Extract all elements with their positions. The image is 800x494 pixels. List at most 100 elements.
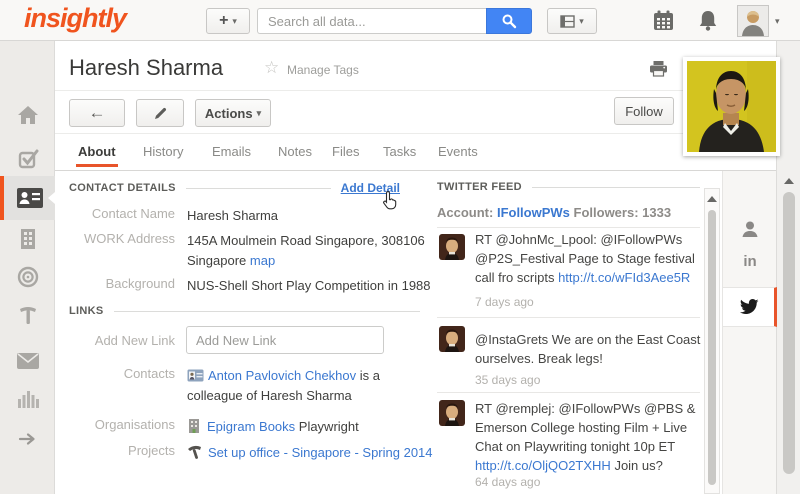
add-new-link-input[interactable] (186, 326, 384, 354)
contacts-card-icon (16, 187, 44, 209)
contact-photo-image (687, 61, 776, 152)
sidebar-collapse-arrow[interactable] (0, 419, 55, 459)
tweet-timestamp: 64 days ago (475, 475, 540, 489)
field-background: Background NUS-Shell Short Play Competit… (69, 276, 431, 296)
tab-events[interactable]: Events (438, 144, 478, 159)
insightly-app: insightly + ▾ ▾ (0, 0, 800, 494)
field-work-address: WORK Address 145A Moulmein Road Singapor… (69, 231, 439, 271)
grid-view-icon (560, 15, 575, 28)
home-icon (16, 104, 40, 126)
field-label: Projects (69, 443, 175, 463)
contact-photo[interactable] (683, 57, 780, 156)
tweet-text: RT @JohnMc_Lpool: @IFollowPWs @P2S_Festi… (475, 230, 705, 287)
chevron-down-icon: ▾ (232, 16, 237, 27)
tweet-text: @InstaGrets We are on the East Coast our… (475, 330, 705, 368)
active-item-notch (48, 192, 55, 204)
tab-files[interactable]: Files (332, 144, 359, 159)
follow-button[interactable]: Follow (614, 97, 674, 125)
search-button[interactable] (486, 8, 532, 34)
view-switcher-button[interactable]: ▾ (547, 8, 597, 34)
scroll-up-icon[interactable] (707, 196, 717, 202)
feed-scrollbar[interactable] (704, 188, 720, 494)
sidebar-item-organisations[interactable] (0, 219, 55, 259)
field-value: NUS-Shell Short Play Competition in 1988 (187, 276, 431, 296)
chevron-down-icon: ▾ (257, 108, 262, 119)
task-check-icon (16, 147, 40, 171)
account-label: Account: (437, 205, 497, 220)
map-link[interactable]: map (250, 253, 275, 268)
social-tab-twitter[interactable] (723, 287, 777, 327)
plus-icon: + (219, 12, 228, 30)
sidebar-item-reports[interactable] (0, 379, 55, 419)
sidebar-item-home[interactable] (0, 95, 55, 135)
page-title: Haresh Sharma (69, 55, 223, 81)
social-tab-linkedin[interactable]: in (723, 253, 777, 270)
actions-button[interactable]: Actions ▾ (195, 99, 271, 127)
linked-organisation-link[interactable]: Epigram Books (207, 419, 295, 434)
tweet-avatar (439, 234, 465, 260)
sidebar-item-contacts[interactable] (0, 176, 55, 220)
page-scrollbar-thumb[interactable] (783, 192, 795, 474)
feed-scrollbar-thumb[interactable] (708, 210, 716, 485)
organisation-role: Playwright (295, 419, 359, 434)
sidebar-item-opportunities[interactable] (0, 257, 55, 297)
links-header: LINKS (69, 305, 420, 317)
actions-button-label: Actions (205, 106, 253, 121)
search-input[interactable] (257, 8, 486, 34)
tweet-link[interactable]: http://t.co/wFId3Aee5R (558, 270, 690, 285)
tweet-avatar (439, 400, 465, 426)
field-label: Organisations (69, 417, 175, 437)
linked-contact-link[interactable]: Anton Pavlovich Chekhov (208, 368, 356, 383)
tweet-timestamp: 35 days ago (475, 373, 540, 387)
insightly-logo: insightly (24, 3, 126, 34)
nav-sidebar (0, 41, 55, 494)
twitter-feed-title: TWITTER FEED (437, 181, 522, 193)
user-menu-caret-icon[interactable]: ▾ (775, 16, 780, 27)
field-add-new-link: Add New Link (69, 333, 175, 348)
mouse-cursor (379, 191, 399, 217)
field-label: Background (69, 276, 175, 296)
quick-add-button[interactable]: + ▾ (206, 8, 250, 34)
building-icon (17, 227, 39, 251)
manage-tags-link[interactable]: Manage Tags (287, 63, 359, 77)
back-button[interactable]: ← (69, 99, 125, 127)
tab-tasks[interactable]: Tasks (383, 144, 416, 159)
calendar-icon[interactable] (652, 9, 675, 37)
pencil-icon (153, 106, 168, 121)
twitter-feed-header: TWITTER FEED (437, 181, 700, 193)
social-tab-contact[interactable] (723, 219, 777, 244)
tab-about[interactable]: About (78, 144, 116, 159)
field-organisations-link: Organisations Epigram Books Playwright (69, 417, 439, 437)
tab-history[interactable]: History (143, 144, 183, 159)
notifications-bell-icon[interactable] (697, 9, 719, 37)
twitter-account-link[interactable]: IFollowPWs (497, 205, 570, 220)
field-contacts-link: Contacts Anton Pavlovich Chekhov is a co… (69, 366, 439, 406)
contact-details-title: CONTACT DETAILS (69, 182, 176, 194)
field-label: Add New Link (69, 333, 175, 348)
sidebar-item-projects[interactable] (0, 295, 55, 335)
user-avatar[interactable] (737, 5, 769, 37)
tweet-link[interactable]: http://t.co/OljQO2TXHH (475, 458, 611, 473)
sidebar-item-email[interactable] (0, 341, 55, 381)
field-projects-link: Projects Set up office - Singapore - Spr… (69, 443, 447, 463)
field-value: 145A Moulmein Road Singapore, 308106 Sin… (187, 231, 439, 271)
sidebar-item-tasks[interactable] (0, 139, 55, 179)
contact-details-header: CONTACT DETAILS Add Detail (69, 181, 400, 195)
person-icon (740, 219, 760, 239)
scroll-up-icon[interactable] (784, 178, 794, 184)
print-icon[interactable] (649, 60, 668, 82)
favorite-star-icon[interactable]: ☆ (264, 58, 279, 78)
tab-notes[interactable]: Notes (278, 144, 312, 159)
field-label: Contact Name (69, 206, 175, 226)
target-icon (16, 265, 40, 289)
field-label: WORK Address (69, 231, 175, 271)
twitter-bird-icon (739, 299, 759, 316)
page-scrollbar[interactable] (779, 172, 798, 494)
field-contact-name: Contact Name Haresh Sharma (69, 206, 278, 226)
followers-count: Followers: 1333 (570, 205, 671, 220)
right-arrow-icon (18, 432, 38, 446)
linked-project-link[interactable]: Set up office - Singapore - Spring 2014 (208, 445, 433, 460)
tab-emails[interactable]: Emails (212, 144, 251, 159)
links-title: LINKS (69, 305, 104, 317)
edit-button[interactable] (136, 99, 184, 127)
